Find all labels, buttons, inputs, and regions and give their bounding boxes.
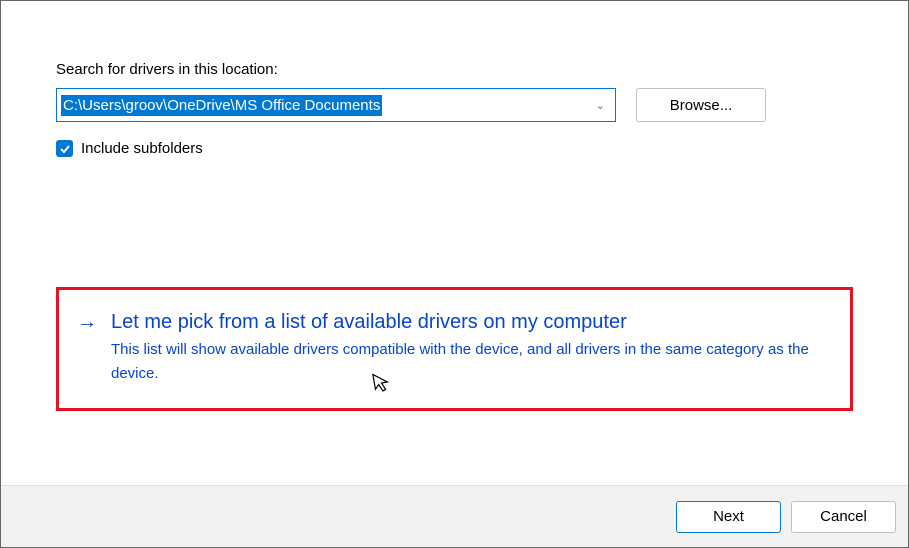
pick-option-title: Let me pick from a list of available dri…	[111, 308, 832, 336]
include-subfolders-checkbox[interactable]	[56, 140, 73, 157]
search-location-label: Search for drivers in this location:	[56, 61, 853, 78]
next-button[interactable]: Next	[676, 501, 781, 533]
dialog-footer: Next Cancel	[1, 485, 908, 547]
check-icon	[59, 143, 71, 155]
include-subfolders-label: Include subfolders	[81, 140, 203, 157]
chevron-down-icon: ⌄	[596, 99, 605, 112]
arrow-right-icon: →	[77, 308, 97, 336]
pick-option-desc: This list will show available drivers co…	[111, 338, 832, 386]
search-path-combobox[interactable]: C:\Users\groov\OneDrive\MS Office Docume…	[56, 88, 616, 122]
pick-from-list-option[interactable]: → Let me pick from a list of available d…	[56, 287, 853, 411]
browse-button[interactable]: Browse...	[636, 88, 766, 122]
cancel-button[interactable]: Cancel	[791, 501, 896, 533]
search-path-value: C:\Users\groov\OneDrive\MS Office Docume…	[61, 95, 382, 116]
